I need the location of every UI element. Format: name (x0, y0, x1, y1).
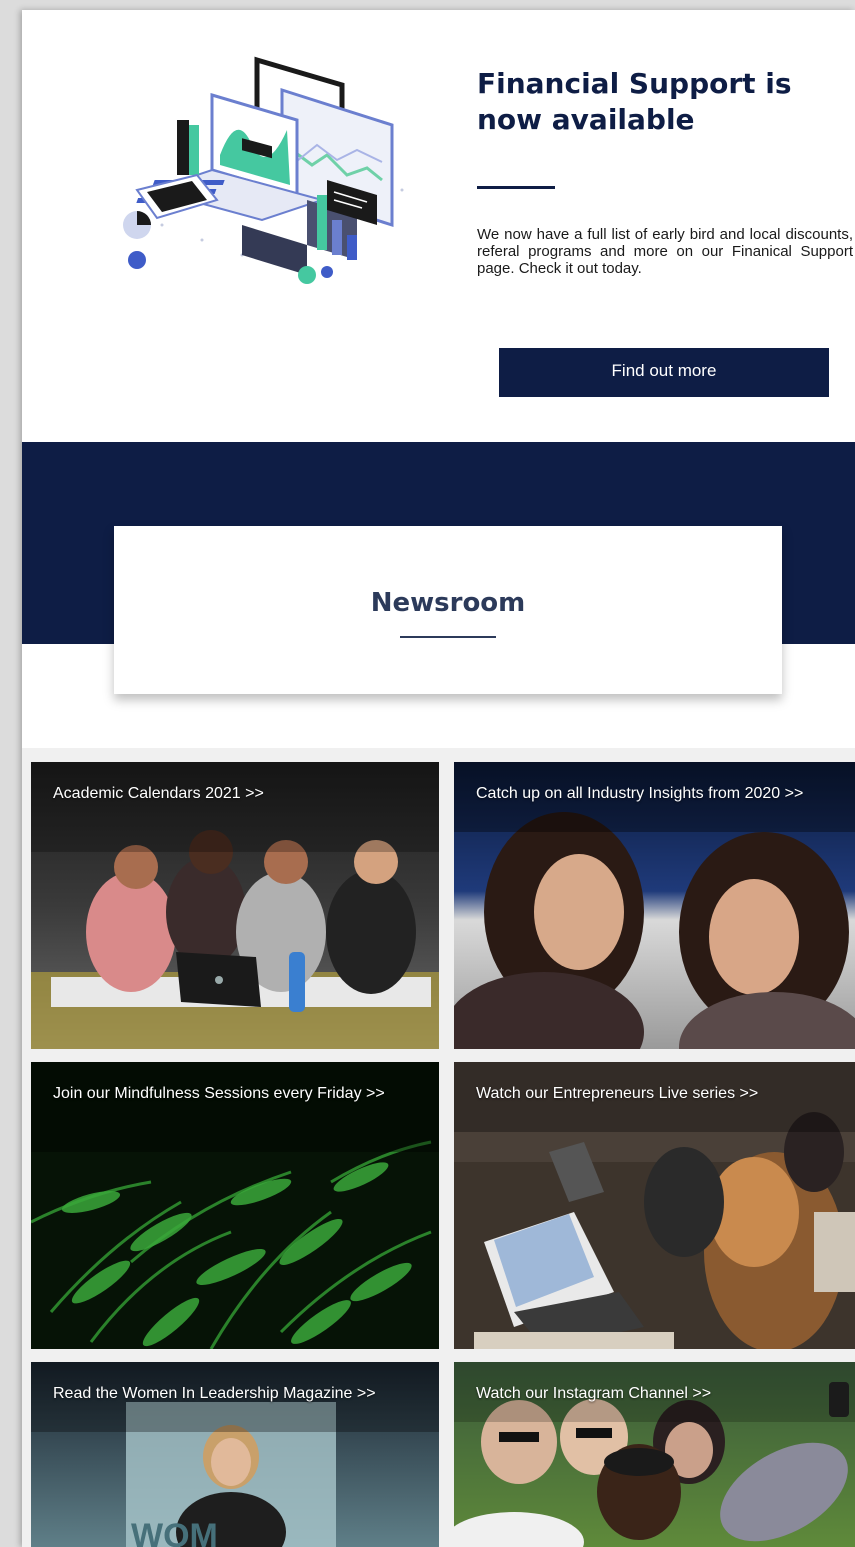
women-photo (454, 762, 855, 1049)
tile-label: Watch our Entrepreneurs Live series >> (476, 1085, 759, 1102)
find-out-more-button[interactable]: Find out more (499, 348, 829, 397)
tile-entrepreneurs-live[interactable]: Watch our Entrepreneurs Live series >> (454, 1062, 855, 1349)
tile-industry-insights[interactable]: Catch up on all Industry Insights from 2… (454, 762, 855, 1049)
hero-description: We now have a full list of early bird an… (477, 226, 853, 277)
tile-label: Watch our Instagram Channel >> (476, 1385, 712, 1402)
ferns-photo (31, 1062, 439, 1349)
magazine-cover-letters: WOM (131, 1517, 218, 1547)
classroom-photo (454, 1062, 855, 1349)
tile-label: Academic Calendars 2021 >> (53, 785, 264, 802)
students-photo (31, 762, 439, 1049)
finance-dashboard-illustration (123, 56, 404, 284)
tile-label: Catch up on all Industry Insights from 2… (476, 785, 804, 802)
title-underline (477, 186, 555, 189)
email-frame: Financial Support is now available We no… (22, 10, 855, 1547)
tile-academic-calendars[interactable]: Academic Calendars 2021 >> (31, 762, 439, 1049)
tile-instagram-channel[interactable]: Watch our Instagram Channel >> (454, 1362, 855, 1547)
tile-label: Join our Mindfulness Sessions every Frid… (53, 1085, 385, 1102)
tile-women-in-leadership[interactable]: WOM Read the Women In Leadership Magazin… (31, 1362, 439, 1547)
financial-support-section: Financial Support is now available We no… (22, 10, 855, 442)
newsroom-title: Newsroom (370, 588, 526, 618)
newsroom-card: Newsroom (114, 526, 782, 694)
tile-label: Read the Women In Leadership Magazine >> (53, 1385, 376, 1402)
newsroom-underline (400, 636, 496, 638)
news-tiles-grid: Academic Calendars 2021 >> Catch up on a… (22, 748, 855, 1547)
tile-mindfulness-sessions[interactable]: Join our Mindfulness Sessions every Frid… (31, 1062, 439, 1349)
hero-title: Financial Support is now available (477, 67, 792, 136)
